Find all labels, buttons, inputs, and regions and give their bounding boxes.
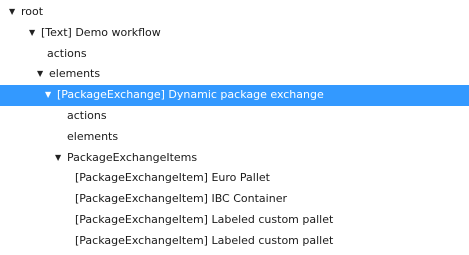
tree-node-pe-elements[interactable]: elements bbox=[0, 127, 469, 148]
tree-node-package-exchange-items[interactable]: ▼ PackageExchangeItems bbox=[0, 148, 469, 169]
triangle-down-icon[interactable]: ▼ bbox=[9, 2, 21, 23]
tree-node-pe-actions[interactable]: actions bbox=[0, 106, 469, 127]
tree-node-workflow-elements[interactable]: ▼ elements bbox=[0, 64, 469, 85]
triangle-down-icon[interactable]: ▼ bbox=[37, 64, 49, 85]
tree-node-label: root bbox=[21, 5, 44, 18]
triangle-down-icon[interactable]: ▼ bbox=[45, 85, 57, 106]
tree-node-item[interactable]: [PackageExchangeItem] Labeled custom pal… bbox=[0, 210, 469, 231]
tree-node-label: [PackageExchangeItem] Labeled custom pal… bbox=[75, 233, 334, 247]
tree-node-root[interactable]: ▼ root bbox=[0, 2, 469, 23]
tree-node-demo-workflow[interactable]: ▼ [Text] Demo workflow bbox=[0, 23, 469, 44]
tree-view: ▼ root ▼ [Text] Demo workflow actions ▼ ele… bbox=[0, 0, 469, 255]
tree-node-label: [Text] Demo workflow bbox=[41, 25, 161, 39]
tree-node-item[interactable]: [PackageExchangeItem] Labeled custom pal… bbox=[0, 231, 469, 252]
tree-node-item[interactable]: [PackageExchangeItem] IBC Container bbox=[0, 189, 469, 210]
triangle-down-icon[interactable]: ▼ bbox=[55, 148, 67, 169]
tree-node-label: actions bbox=[47, 46, 87, 60]
tree-node-package-exchange[interactable]: ▼ [PackageExchange] Dynamic package excha… bbox=[0, 85, 469, 106]
tree-node-label: PackageExchangeItems bbox=[67, 150, 198, 164]
triangle-down-icon[interactable]: ▼ bbox=[29, 23, 41, 44]
tree-node-item[interactable]: [PackageExchangeItem] Euro Pallet bbox=[0, 168, 469, 189]
tree-node-label: elements bbox=[67, 129, 119, 143]
tree-node-label: [PackageExchangeItem] Labeled custom pal… bbox=[75, 212, 334, 226]
tree-node-label: actions bbox=[67, 108, 107, 122]
tree-node-label: [PackageExchangeItem] IBC Container bbox=[75, 192, 287, 206]
tree-node-workflow-actions[interactable]: actions bbox=[0, 44, 469, 65]
tree-node-label: [PackageExchangeItem] Euro Pallet bbox=[75, 171, 270, 185]
tree-node-label: elements bbox=[49, 67, 101, 81]
tree-node-label: [PackageExchange] Dynamic package exchan… bbox=[57, 88, 324, 102]
